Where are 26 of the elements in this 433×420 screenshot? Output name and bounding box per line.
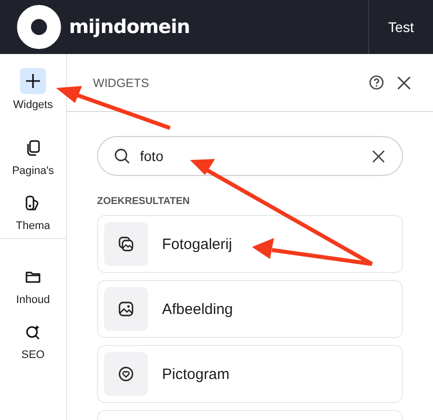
- sidebar-item[interactable]: Thema: [0, 177, 66, 232]
- heart-badge-icon: [118, 366, 134, 382]
- sidebar-item[interactable]: Widgets: [0, 54, 66, 122]
- section-title: ZOEKRESULTATEN: [97, 196, 191, 207]
- widget-card[interactable]: Afbeelding: [97, 280, 403, 338]
- site-name[interactable]: Test: [388, 19, 414, 35]
- sidebar-item[interactable]: SEO: [0, 306, 66, 361]
- search-sparkle-icon: [25, 324, 41, 340]
- gallery-icon: [118, 236, 134, 252]
- widget-card[interactable]: Fotogalerij: [97, 215, 403, 273]
- clear-icon[interactable]: [372, 150, 385, 163]
- logo-icon: [17, 5, 61, 49]
- palette-icon: [25, 195, 41, 211]
- folder-icon: [25, 269, 41, 285]
- close-icon[interactable]: [397, 76, 411, 90]
- logo-text: mijndomein: [69, 16, 190, 38]
- search-icon: [114, 148, 130, 164]
- pages-icon: [25, 140, 41, 156]
- sidebar-item[interactable]: Inhoud: [0, 251, 66, 306]
- widget-card[interactable]: Pictogram: [97, 345, 403, 403]
- image-icon: [118, 301, 134, 317]
- plus-icon: [25, 73, 41, 89]
- search-field[interactable]: foto: [97, 136, 403, 176]
- panel-title: WIDGETS: [93, 76, 150, 90]
- help-icon[interactable]: [369, 75, 384, 90]
- sidebar-item[interactable]: Pagina's: [0, 122, 66, 177]
